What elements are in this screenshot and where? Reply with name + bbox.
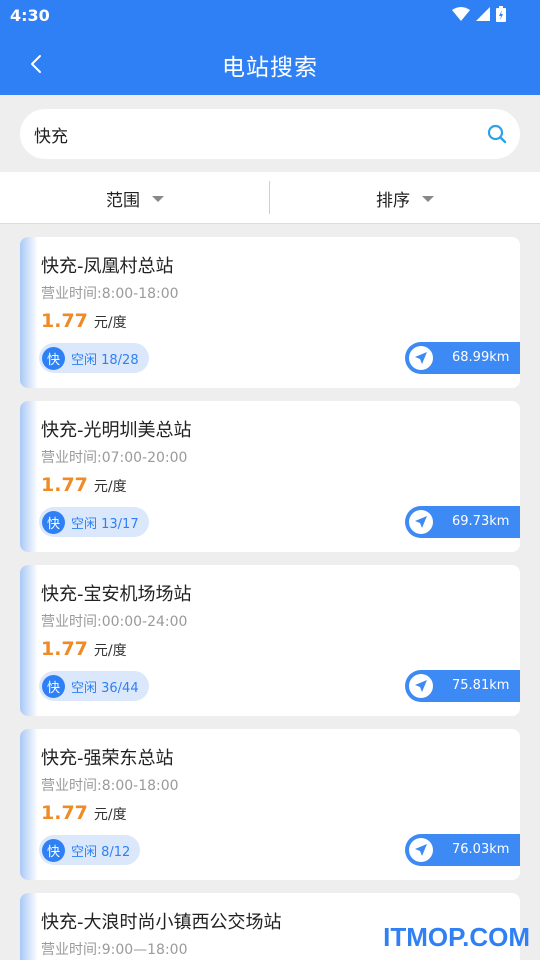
- range-filter-label: 范围: [106, 190, 140, 211]
- price-unit: 元/度: [93, 315, 127, 331]
- station-price: 1.77 元/度: [41, 802, 127, 824]
- price-unit: 元/度: [93, 479, 127, 495]
- status-time: 4:30: [10, 6, 50, 25]
- navigate-button[interactable]: 76.03km: [405, 834, 520, 866]
- distance-text: 76.03km: [452, 842, 510, 857]
- price-value: 1.77: [41, 310, 88, 332]
- price-unit: 元/度: [93, 807, 127, 823]
- availability-badge: 快 空闲 36/44: [39, 671, 149, 701]
- status-bar: 4:30: [0, 0, 540, 32]
- station-name: 快充-宝安机场场站: [41, 584, 192, 605]
- station-card[interactable]: 快充-宝安机场场站 营业时间:00:00-24:00 1.77 元/度 快 空闲…: [20, 565, 520, 716]
- distance-text: 75.81km: [452, 678, 510, 693]
- battery-icon: [496, 6, 506, 22]
- filter-bar: 范围 排序: [0, 172, 540, 224]
- search-input[interactable]: [34, 109, 474, 159]
- station-card[interactable]: 快充-凤凰村总站 营业时间:8:00-18:00 1.77 元/度 快 空闲 1…: [20, 237, 520, 388]
- caret-down-icon: [422, 196, 434, 202]
- station-hours: 营业时间:00:00-24:00: [41, 614, 188, 630]
- station-price: 1.77 元/度: [41, 638, 127, 660]
- price-value: 1.77: [41, 638, 88, 660]
- availability-text: 空闲 36/44: [71, 680, 139, 696]
- fast-charge-icon: 快: [42, 510, 65, 534]
- wifi-icon: [452, 7, 470, 21]
- station-price: 1.77 元/度: [41, 474, 127, 496]
- navigation-arrow-icon: [409, 674, 433, 698]
- availability-text: 空闲 18/28: [71, 352, 139, 368]
- station-hours: 营业时间:8:00-18:00: [41, 286, 179, 302]
- sort-filter-label: 排序: [376, 190, 410, 211]
- range-filter[interactable]: 范围: [0, 172, 270, 224]
- search-bar: [20, 109, 520, 159]
- fast-charge-icon: 快: [42, 346, 65, 370]
- station-name: 快充-光明圳美总站: [41, 420, 192, 441]
- availability-text: 空闲 8/12: [71, 844, 131, 860]
- distance-text: 69.73km: [452, 514, 510, 529]
- navigation-arrow-icon: [409, 510, 433, 534]
- station-hours: 营业时间:07:00-20:00: [41, 450, 188, 466]
- navigate-button[interactable]: 75.81km: [405, 670, 520, 702]
- watermark: ITMOP.COM: [383, 922, 530, 952]
- station-card[interactable]: 快充-光明圳美总站 营业时间:07:00-20:00 1.77 元/度 快 空闲…: [20, 401, 520, 552]
- fast-charge-icon: 快: [42, 838, 65, 862]
- fast-charge-icon: 快: [42, 674, 65, 698]
- navigation-arrow-icon: [409, 838, 433, 862]
- search-icon[interactable]: [486, 123, 508, 145]
- price-value: 1.77: [41, 802, 88, 824]
- availability-badge: 快 空闲 8/12: [39, 835, 141, 865]
- station-price: 1.77 元/度: [41, 310, 127, 332]
- station-name: 快充-大浪时尚小镇西公交场站: [41, 912, 282, 933]
- signal-icon: [476, 7, 490, 21]
- caret-down-icon: [152, 196, 164, 202]
- page-title: 电站搜索: [222, 55, 318, 81]
- distance-text: 68.99km: [452, 350, 510, 365]
- price-value: 1.77: [41, 474, 88, 496]
- station-hours: 营业时间:9:00—18:00: [41, 942, 188, 958]
- availability-text: 空闲 13/17: [71, 516, 139, 532]
- price-unit: 元/度: [93, 643, 127, 659]
- navigate-button[interactable]: 68.99km: [405, 342, 520, 374]
- station-name: 快充-强荣东总站: [41, 748, 174, 769]
- station-hours: 营业时间:8:00-18:00: [41, 778, 179, 794]
- station-list: 快充-凤凰村总站 营业时间:8:00-18:00 1.77 元/度 快 空闲 1…: [20, 237, 520, 960]
- navigation-arrow-icon: [409, 346, 433, 370]
- sort-filter[interactable]: 排序: [270, 172, 540, 224]
- availability-badge: 快 空闲 13/17: [39, 507, 149, 537]
- station-name: 快充-凤凰村总站: [41, 256, 174, 277]
- navigate-button[interactable]: 69.73km: [405, 506, 520, 538]
- availability-badge: 快 空闲 18/28: [39, 343, 149, 373]
- status-icons: [452, 6, 506, 22]
- station-card[interactable]: 快充-强荣东总站 营业时间:8:00-18:00 1.77 元/度 快 空闲 8…: [20, 729, 520, 880]
- app-header: 4:30 电站搜索: [0, 0, 540, 95]
